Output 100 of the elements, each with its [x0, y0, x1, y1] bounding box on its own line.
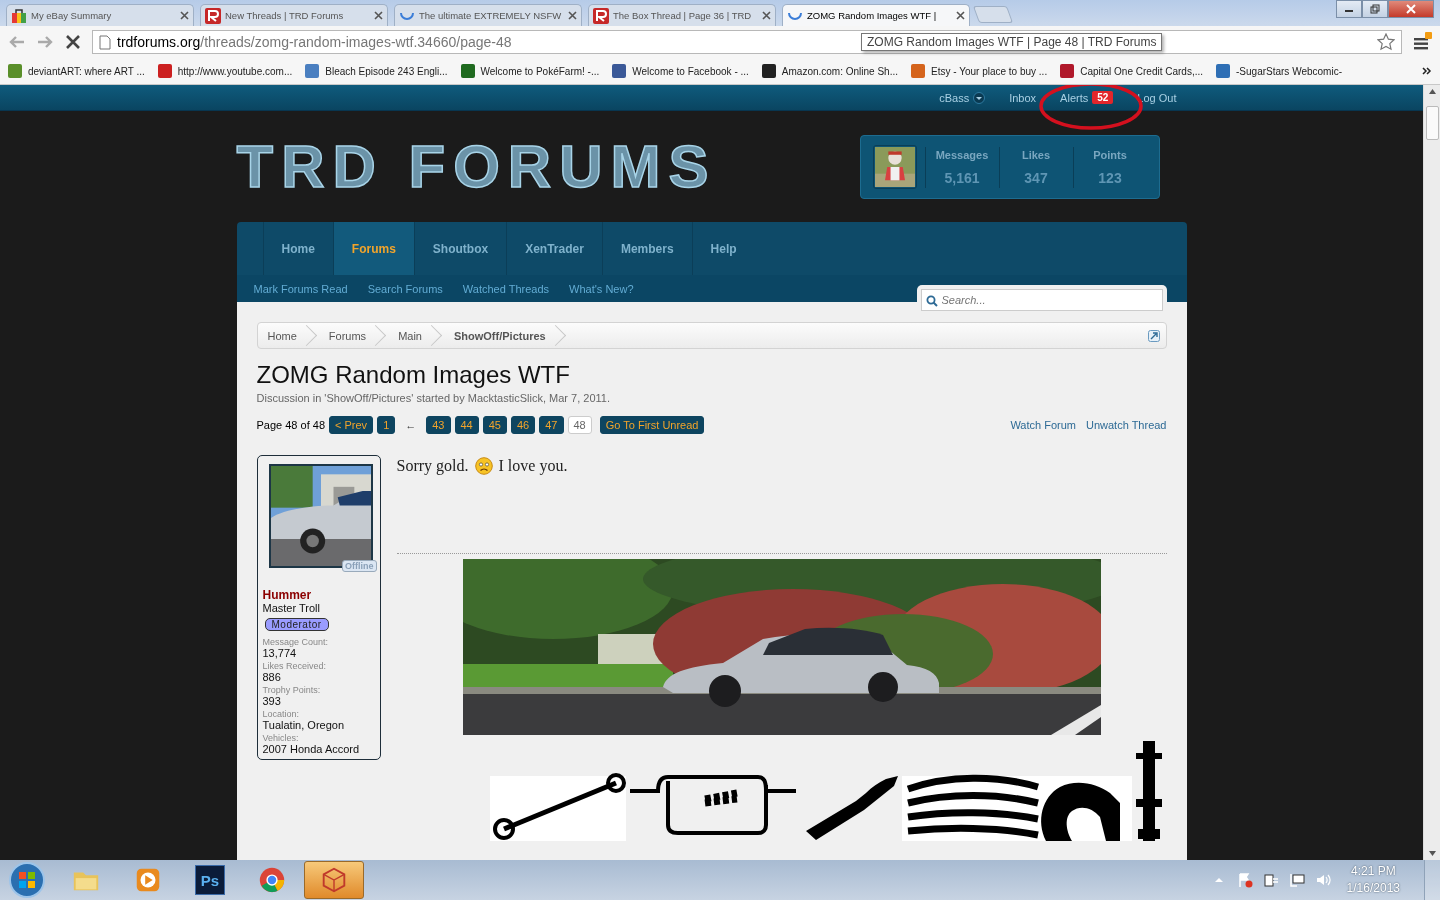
bookmark[interactable]: Welcome to Facebook - ... — [612, 64, 749, 78]
breadcrumb-link[interactable]: Forums — [318, 323, 389, 348]
chrome-icon[interactable] — [257, 865, 287, 895]
minimize-button[interactable] — [1336, 0, 1362, 18]
clock-time: 4:21 PM — [1349, 863, 1397, 880]
info-label: Trophy Points: — [262, 685, 322, 695]
search-icon — [925, 295, 938, 307]
loading-spinner-icon — [400, 11, 414, 20]
info-value: 886 — [262, 671, 282, 683]
alert-count: 52 — [1092, 91, 1114, 104]
info-label: Message Count: — [262, 637, 330, 647]
search-field[interactable]: Search... — [920, 289, 1163, 311]
power-plug-icon[interactable] — [1262, 872, 1279, 888]
close-icon[interactable] — [180, 11, 189, 20]
subnav-link[interactable]: Watched Threads — [462, 282, 550, 295]
site-logo[interactable]: TRD FORUMS — [236, 135, 717, 199]
page-summary: Page 48 of 48 — [256, 419, 325, 431]
stat-value: 347 — [1024, 169, 1048, 186]
bookmark[interactable]: Etsy - Your place to buy ... — [911, 64, 1048, 78]
status-badge: Offline — [342, 560, 377, 572]
photoshop-icon[interactable]: Ps — [195, 865, 225, 895]
close-icon[interactable] — [956, 11, 965, 20]
scroll-down-icon[interactable] — [1428, 851, 1436, 856]
chevron-icon[interactable] — [1422, 66, 1432, 76]
browser-tab[interactable]: New Threads | TRD Forums — [200, 4, 388, 26]
r-logo-icon — [593, 7, 609, 24]
info-label: Location: — [262, 709, 301, 719]
bookmark[interactable]: Welcome to PokéFarm! -... — [460, 64, 600, 78]
bookmark[interactable]: http://www.youtube.com... — [157, 64, 293, 78]
stat-value: 5,161 — [944, 169, 980, 186]
bookmark[interactable]: Bleach Episode 243 Engli... — [305, 64, 448, 78]
page-button[interactable]: 48 — [567, 416, 592, 434]
scroll-up-icon[interactable] — [1428, 89, 1436, 94]
page-button[interactable]: 44 — [454, 416, 479, 434]
star-icon[interactable] — [1377, 33, 1395, 51]
caret-icon — [973, 91, 986, 104]
subnav-link[interactable]: Search Forums — [367, 282, 443, 295]
info-label: Vehicles: — [262, 733, 300, 743]
page-button[interactable]: 46 — [511, 416, 536, 434]
taskbar-button[interactable] — [304, 861, 364, 899]
bookmark[interactable]: Capital One Credit Cards,... — [1060, 64, 1203, 78]
browser-tab[interactable]: My eBay Summary — [6, 4, 194, 26]
user-menu[interactable]: cBass — [939, 91, 986, 104]
subnav-link[interactable]: What's New? — [569, 282, 634, 295]
browser-tab[interactable]: ZOMG Random Images WTF | — [782, 4, 970, 26]
stop-icon[interactable] — [64, 33, 82, 51]
author-name[interactable]: Hummer — [262, 588, 375, 602]
stat-label: Messages — [935, 148, 989, 161]
browser-tab[interactable]: The ultimate EXTREMELY NSFW — [394, 4, 582, 26]
info-value: 393 — [262, 695, 282, 707]
message-text: I love you. — [498, 457, 568, 475]
start-button[interactable] — [6, 861, 48, 899]
close-icon[interactable] — [762, 11, 771, 20]
info-value: 13,774 — [262, 647, 298, 659]
prev-button[interactable]: < Prev — [329, 416, 374, 434]
userbar-link[interactable]: Inbox — [1009, 91, 1037, 104]
stat-value: 123 — [1098, 169, 1122, 186]
r-logo-icon — [205, 7, 221, 24]
breadcrumb-link[interactable]: ShowOff/Pictures — [443, 323, 568, 348]
subnav-link[interactable]: Mark Forums Read — [253, 282, 348, 295]
page-button[interactable]: 43 — [426, 416, 451, 434]
browser-tab[interactable]: The Box Thread | Page 36 | TRD — [588, 4, 776, 26]
thread-meta: Discussion in 'ShowOff/Pictures' started by MacktasticSlick, Mar 7, 2011. — [256, 392, 611, 404]
thread-title: ZOMG Random Images WTF — [256, 361, 571, 389]
loading-spinner-icon — [788, 11, 802, 20]
bookmark[interactable]: -SugarStars Webcomic- — [1216, 64, 1342, 78]
alerts-link[interactable]: Alerts 52 — [1060, 91, 1114, 104]
menu-icon[interactable] — [1412, 32, 1432, 52]
nav-tab[interactable]: Forums — [332, 222, 414, 275]
flag-icon[interactable] — [1236, 872, 1253, 888]
clock-date: 1/16/2013 — [1346, 880, 1400, 897]
taskbar-button[interactable]: Ps — [180, 861, 240, 899]
close-icon[interactable] — [568, 11, 577, 20]
scroll-thumb[interactable] — [1425, 106, 1439, 140]
breadcrumb-link[interactable]: Home — [257, 323, 319, 348]
info-label: Likes Received: — [262, 661, 328, 671]
unread-button[interactable]: Go To First Unread — [599, 416, 705, 434]
bookmark[interactable]: Amazon.com: Online Sh... — [761, 64, 898, 78]
network-icon[interactable] — [1288, 872, 1305, 888]
page-button[interactable]: 1 — [377, 416, 396, 434]
info-value: 2007 Honda Accord — [262, 743, 361, 755]
close-button[interactable] — [1388, 0, 1434, 18]
restore-icon — [1370, 4, 1380, 14]
role-badge: Moderator — [264, 618, 329, 631]
sad-smiley-icon — [474, 457, 493, 475]
page-button[interactable]: 47 — [539, 416, 564, 434]
thread-link[interactable]: Unwatch Thread — [1086, 419, 1167, 431]
popout-icon[interactable] — [1147, 329, 1160, 342]
restore-button[interactable] — [1362, 0, 1388, 18]
breadcrumb-link[interactable]: Main — [388, 323, 444, 348]
info-value: Tualatin, Oregon — [262, 719, 346, 731]
tooltip: ZOMG Random Images WTF | Page 48 | TRD Forums — [861, 33, 1163, 51]
close-icon — [1406, 4, 1416, 14]
page-jump[interactable]: ← — [405, 419, 417, 431]
stat-label: Likes — [1021, 148, 1051, 161]
scrollbar[interactable] — [1423, 85, 1440, 860]
bookmark[interactable]: deviantART: where ART ... — [8, 64, 145, 78]
thread-link[interactable]: Watch Forum — [1010, 419, 1076, 431]
close-icon[interactable] — [374, 11, 383, 20]
page-button[interactable]: 45 — [482, 416, 507, 434]
